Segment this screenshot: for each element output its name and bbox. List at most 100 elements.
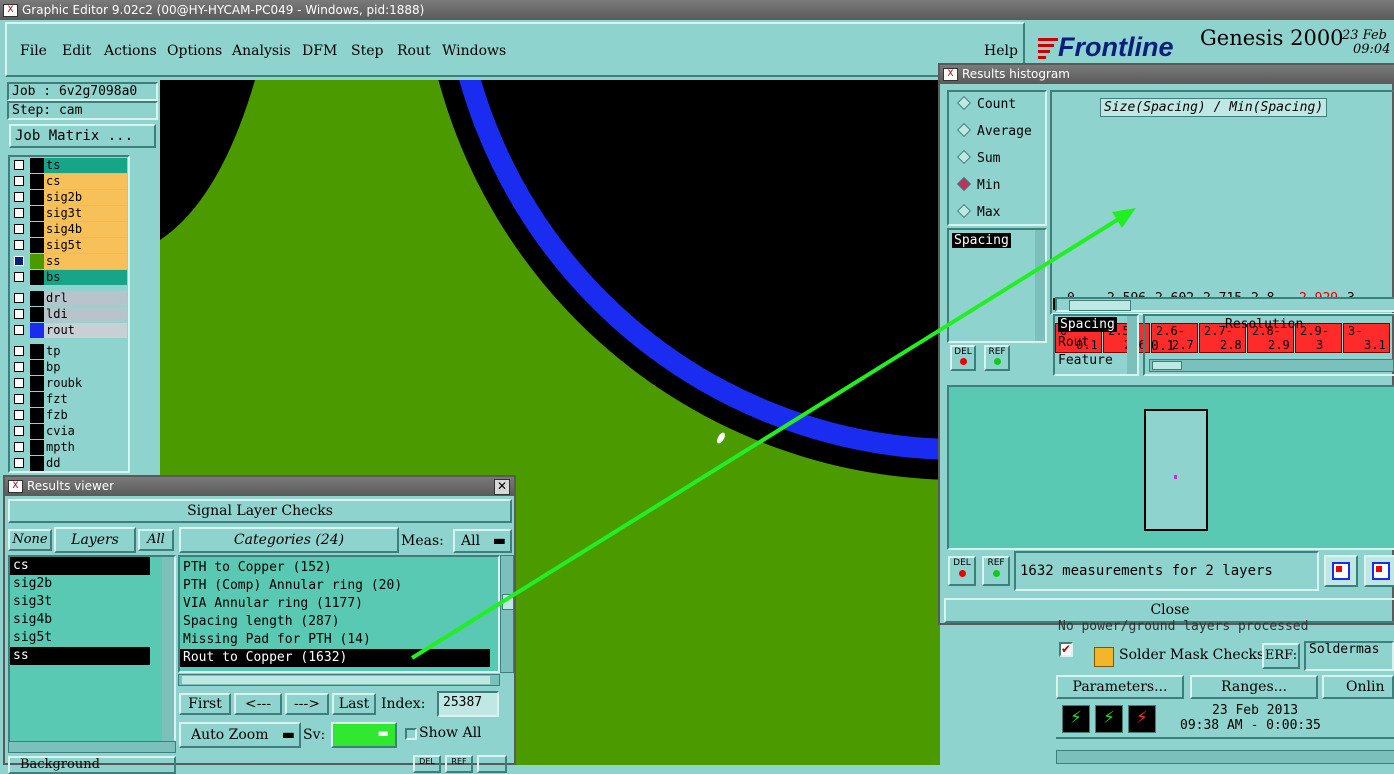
layer-color-swatch[interactable] xyxy=(30,344,44,359)
layer-row-sig2b[interactable]: sig2b xyxy=(11,190,127,205)
categories-hscroll-thumb[interactable] xyxy=(182,676,490,684)
show-all-checkbox[interactable] xyxy=(405,728,417,740)
layer-row-mpth[interactable]: mpth xyxy=(11,440,127,455)
layer-name[interactable]: rout xyxy=(44,323,127,338)
menu-file[interactable]: File xyxy=(20,41,47,61)
layer-checkbox[interactable] xyxy=(14,394,24,404)
menu-analysis[interactable]: Analysis xyxy=(232,41,291,61)
layer-color-swatch[interactable] xyxy=(30,440,44,455)
layer-row-sig4b[interactable]: sig4b xyxy=(11,222,127,237)
layer-color-swatch[interactable] xyxy=(30,238,44,253)
layer-row-drl[interactable]: drl xyxy=(11,291,127,306)
category-item[interactable]: PTH to Copper (152) xyxy=(180,559,490,577)
layer-checkbox[interactable] xyxy=(14,378,24,388)
menu-windows[interactable]: Windows xyxy=(442,41,506,61)
rv-ref-button[interactable]: REF xyxy=(445,755,473,773)
layer-name[interactable]: tp xyxy=(44,344,127,359)
layers-label-button[interactable]: Layers xyxy=(54,527,136,553)
layer-color-swatch[interactable] xyxy=(30,206,44,221)
stop-icon[interactable]: ⚡ xyxy=(1128,705,1156,733)
layer-checkbox[interactable] xyxy=(14,362,24,372)
layer-row-rout[interactable]: rout xyxy=(11,323,127,338)
layer-checkbox[interactable] xyxy=(14,240,24,250)
mode-max-radio[interactable] xyxy=(956,203,972,219)
solder-mask-checkbox[interactable]: ✔ xyxy=(1059,642,1073,657)
option-spacing[interactable]: Spacing xyxy=(1058,317,1117,332)
layer-checkbox[interactable] xyxy=(14,208,24,218)
auto-zoom-dropdown[interactable]: Auto Zoom ▬ xyxy=(179,722,301,748)
layer-list-scrollbar[interactable] xyxy=(162,557,174,741)
prev-button[interactable]: <--- xyxy=(234,693,282,715)
layer-row-bs[interactable]: bs xyxy=(11,270,127,285)
layer-color-swatch[interactable] xyxy=(30,376,44,391)
signal-layer-checks-header[interactable]: Signal Layer Checks xyxy=(8,499,512,523)
layer-name[interactable]: dd xyxy=(44,456,127,471)
ranges-button[interactable]: Ranges... xyxy=(1190,675,1318,699)
menu-help[interactable]: Help xyxy=(984,41,1018,61)
layer-checkbox[interactable] xyxy=(14,309,24,319)
preview-ref-button[interactable]: REF xyxy=(982,556,1010,586)
layer-color-swatch[interactable] xyxy=(30,174,44,189)
option-feature[interactable]: Feature xyxy=(1058,353,1113,368)
layer-checkbox[interactable] xyxy=(14,293,24,303)
layer-name[interactable]: roubk xyxy=(44,376,127,391)
categories-vscroll-thumb[interactable] xyxy=(502,594,514,610)
mode-average[interactable]: Average xyxy=(956,122,1032,139)
resolution-slider[interactable] xyxy=(1149,359,1394,372)
erf-field[interactable]: Soldermas xyxy=(1304,641,1394,671)
histogram-hscroll-thumb[interactable] xyxy=(1069,300,1131,311)
histogram-ref-button[interactable]: REF xyxy=(984,345,1010,371)
layer-row-fzb[interactable]: fzb xyxy=(11,408,127,423)
layer-row-ldi[interactable]: ldi xyxy=(11,307,127,322)
menu-options[interactable]: Options xyxy=(167,41,222,61)
index-input[interactable]: 25387 xyxy=(437,691,499,717)
option-rout[interactable]: Rout xyxy=(1058,335,1089,350)
layer-checkbox[interactable] xyxy=(14,442,24,452)
layer-color-swatch[interactable] xyxy=(30,254,44,269)
mode-sum[interactable]: Sum xyxy=(956,149,1000,166)
next-button[interactable]: ---> xyxy=(285,693,329,715)
category-item[interactable]: PTH (Comp) Annular ring (20) xyxy=(180,577,490,595)
layer-row-ss[interactable]: ss xyxy=(11,254,127,269)
zoom-home-button[interactable] xyxy=(1364,555,1394,587)
layer-row-bp[interactable]: bp xyxy=(11,360,127,375)
layer-name[interactable]: bp xyxy=(44,360,127,375)
categories-button[interactable]: Categories (24) xyxy=(179,527,399,553)
solder-mask-checks-label[interactable]: Solder Mask Checks xyxy=(1119,647,1264,663)
layer-name[interactable]: ldi xyxy=(44,307,127,322)
rv-extra-button[interactable] xyxy=(477,755,507,773)
layer-name[interactable]: sig5t xyxy=(44,238,127,253)
layer-name[interactable]: sig3t xyxy=(44,206,127,221)
online-button[interactable]: Onlin xyxy=(1322,675,1394,699)
layer-row-dd[interactable]: dd xyxy=(11,456,127,471)
layer-color-swatch[interactable] xyxy=(30,456,44,471)
layer-row-fzt[interactable]: fzt xyxy=(11,392,127,407)
parameters-button[interactable]: Parameters... xyxy=(1056,675,1184,699)
layer-checkbox[interactable] xyxy=(14,410,24,420)
mode-count[interactable]: Count xyxy=(956,95,1016,112)
menu-rout[interactable]: Rout xyxy=(397,41,431,61)
layer-checkbox[interactable] xyxy=(14,160,24,170)
layer-color-swatch[interactable] xyxy=(30,307,44,322)
layer-checkbox[interactable] xyxy=(14,346,24,356)
zoom-to-feature-button[interactable] xyxy=(1324,555,1358,587)
layer-row-tp[interactable]: tp xyxy=(11,344,127,359)
layer-name[interactable]: fzb xyxy=(44,408,127,423)
layer-name[interactable]: sig2b xyxy=(44,190,127,205)
checklist-hscroll[interactable] xyxy=(1056,750,1394,764)
mode-average-radio[interactable] xyxy=(956,122,972,138)
layer-name[interactable]: ss xyxy=(44,254,127,269)
results-layer-item[interactable]: sig4b xyxy=(10,611,150,629)
layer-name[interactable]: drl xyxy=(44,291,127,306)
layer-row-sig3t[interactable]: sig3t xyxy=(11,206,127,221)
background-dropdown[interactable]: Background xyxy=(8,756,176,774)
field-list-scrollbar[interactable] xyxy=(1035,230,1045,341)
layer-checkbox[interactable] xyxy=(14,176,24,186)
layer-checkbox[interactable] xyxy=(14,224,24,234)
layer-checkbox[interactable] xyxy=(14,458,24,468)
results-layer-item[interactable]: sig2b xyxy=(10,575,150,593)
layer-checkbox[interactable] xyxy=(14,256,24,266)
meas-dropdown[interactable]: All ▬ xyxy=(453,529,512,553)
layer-checkbox[interactable] xyxy=(14,272,24,282)
layer-color-swatch[interactable] xyxy=(30,190,44,205)
